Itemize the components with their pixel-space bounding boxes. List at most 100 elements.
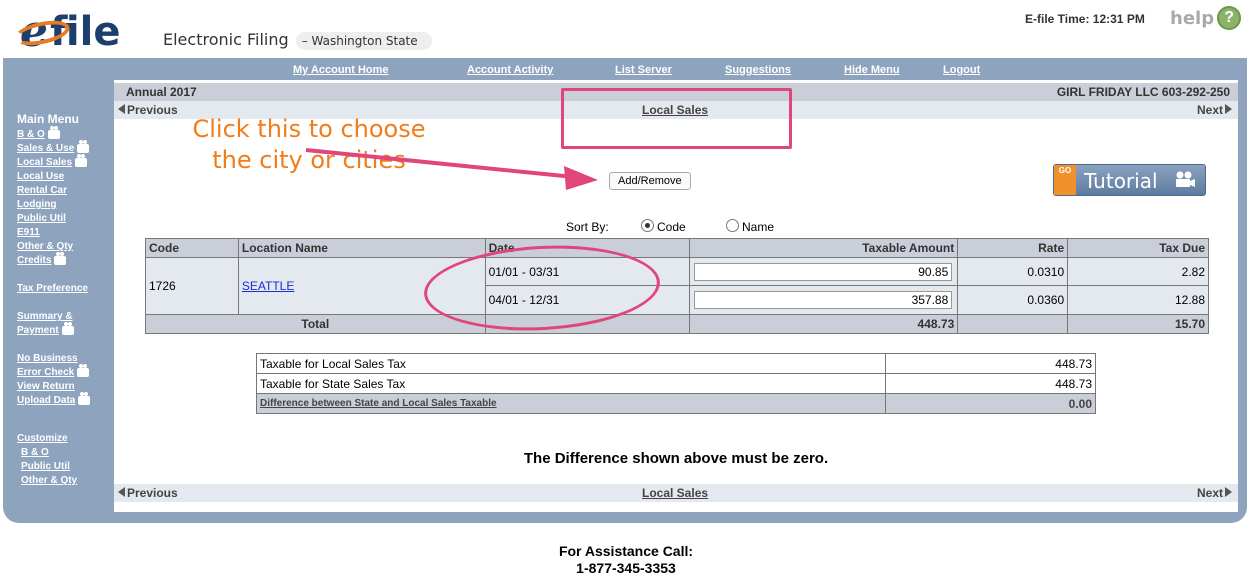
table-header-row: Code Location Name Date Taxable Amount R… bbox=[145, 238, 1209, 258]
sidebar-item-tax-preference[interactable]: Tax Preference bbox=[17, 282, 117, 296]
tutorial-label: Tutorial bbox=[1084, 169, 1158, 193]
col-header-location: Location Name bbox=[237, 238, 486, 258]
section-title[interactable]: Local Sales bbox=[642, 486, 708, 500]
total-row: Total 448.73 15.70 bbox=[145, 314, 1209, 334]
tax-due-cell: 12.88 bbox=[1067, 285, 1209, 315]
sidebar-item-rental-car[interactable]: Rental Car bbox=[17, 184, 117, 198]
logo-subtitle-text: Electronic Filing bbox=[163, 30, 289, 49]
main-menu-title: Main Menu bbox=[17, 112, 79, 126]
difference-cell: Difference between State and Local Sales… bbox=[255, 393, 887, 414]
question-icon: ? bbox=[1217, 6, 1242, 30]
annotation-arrow bbox=[305, 148, 598, 190]
sidebar-item-local-sales[interactable]: Local Sales bbox=[17, 153, 117, 170]
summary-table: Taxable for Local Sales Tax 448.73 Taxab… bbox=[255, 353, 1096, 414]
total-amount: 448.73 bbox=[689, 314, 959, 334]
tutorial-button[interactable]: GO Tutorial bbox=[1053, 164, 1206, 196]
sort-code-radio[interactable] bbox=[641, 219, 654, 232]
sidebar-item-upload-data[interactable]: Upload Data bbox=[17, 391, 117, 408]
sidebar-item-label: Sales & Use bbox=[17, 143, 75, 154]
video-camera-icon bbox=[77, 363, 90, 377]
next-link[interactable]: Next bbox=[1197, 486, 1232, 500]
sidebar-item-label: Credits bbox=[17, 255, 52, 266]
help-label: help bbox=[1170, 7, 1215, 29]
sidebar-item-b-and-o[interactable]: B & O bbox=[17, 125, 117, 142]
sidebar-item-view-return[interactable]: View Return bbox=[17, 380, 117, 394]
sidebar-item-no-business[interactable]: No Business bbox=[17, 352, 117, 366]
account-label: GIRL FRIDAY LLC 603-292-250 bbox=[1056, 85, 1230, 99]
sort-by-label: Sort By: bbox=[566, 220, 609, 234]
sidebar-item-other-qty[interactable]: Other & Qty bbox=[17, 240, 117, 254]
nav-list-server[interactable]: List Server bbox=[615, 64, 672, 76]
sidebar-item-lodging[interactable]: Lodging bbox=[17, 198, 117, 212]
nav-suggestions[interactable]: Suggestions bbox=[725, 64, 791, 76]
logo-e-mark: e bbox=[12, 10, 72, 54]
content-panel: Annual 2017 GIRL FRIDAY LLC 603-292-250 … bbox=[114, 80, 1238, 512]
col-header-tax-due: Tax Due bbox=[1067, 238, 1209, 258]
previous-label: Previous bbox=[127, 486, 178, 500]
difference-value: 0.00 bbox=[885, 393, 1096, 414]
next-label: Next bbox=[1196, 103, 1223, 117]
sidebar-item-public-util[interactable]: Public Util bbox=[17, 212, 117, 226]
tax-due-cell: 2.82 bbox=[1067, 257, 1209, 286]
customize-item-other-qty[interactable]: Other & Qty bbox=[17, 474, 117, 488]
add-remove-button[interactable]: Add/Remove bbox=[609, 172, 691, 190]
difference-link[interactable]: Difference between State and Local Sales… bbox=[260, 398, 497, 409]
video-camera-icon bbox=[1176, 171, 1195, 187]
sidebar-item-customize[interactable]: Customize bbox=[17, 432, 117, 446]
summary-row: Taxable for Local Sales Tax 448.73 bbox=[255, 353, 1096, 374]
video-camera-icon bbox=[61, 321, 74, 335]
sidebar-item-local-use[interactable]: Local Use bbox=[17, 170, 117, 184]
header: e file Electronic Filing – Washington St… bbox=[0, 0, 1252, 58]
customize-item-b-and-o[interactable]: B & O bbox=[17, 446, 117, 460]
taxable-amount-input[interactable]: 90.85 bbox=[694, 262, 953, 281]
col-header-code: Code bbox=[145, 238, 239, 258]
code-cell: 1726 bbox=[145, 257, 239, 315]
video-camera-icon bbox=[77, 139, 90, 153]
logo-subtitle: Electronic Filing – Washington State bbox=[163, 30, 432, 50]
next-label: Next bbox=[1196, 486, 1223, 500]
location-link-seattle[interactable]: SEATTLE bbox=[242, 279, 294, 293]
efile-logo: e file bbox=[12, 4, 121, 54]
sidebar-item-label: Upload Data bbox=[17, 395, 76, 406]
total-label: Total bbox=[145, 314, 486, 334]
nav-logout[interactable]: Logout bbox=[943, 64, 980, 76]
video-camera-icon bbox=[75, 153, 88, 167]
arrow-right-icon bbox=[1225, 487, 1232, 497]
nav-hide-menu[interactable]: Hide Menu bbox=[844, 64, 900, 76]
total-tax-due: 15.70 bbox=[1067, 314, 1209, 334]
local-taxable-value: 448.73 bbox=[885, 353, 1096, 374]
sidebar-item-label: Error Check bbox=[17, 367, 75, 378]
rate-cell: 0.0310 bbox=[957, 257, 1069, 286]
sidebar-item-error-check[interactable]: Error Check bbox=[17, 363, 117, 380]
sort-name-radio[interactable] bbox=[726, 219, 739, 232]
logo-state: – Washington State bbox=[295, 32, 432, 50]
customize-item-public-util[interactable]: Public Util bbox=[17, 460, 117, 474]
nav-account-activity[interactable]: Account Activity bbox=[467, 64, 553, 76]
taxable-amount-input[interactable]: 357.88 bbox=[694, 291, 953, 309]
next-link[interactable]: Next bbox=[1197, 103, 1232, 117]
assistance-phone: 1-877-345-3353 bbox=[576, 560, 676, 576]
sidebar-item-payment[interactable]: Payment bbox=[17, 321, 117, 338]
sidebar-item-label: Local Sales bbox=[17, 157, 73, 168]
assistance-label: For Assistance Call: bbox=[558, 543, 694, 559]
main-frame: My Account Home Account Activity List Se… bbox=[3, 58, 1247, 523]
help-button[interactable]: help ? bbox=[1170, 6, 1242, 30]
sort-code-label: Code bbox=[657, 220, 686, 234]
sidebar-item-sales-use[interactable]: Sales & Use bbox=[17, 139, 117, 156]
table-row: 1726 SEATTLE 01/01 - 03/31 90.85 0.0310 … bbox=[145, 257, 1209, 315]
local-sales-table: Code Location Name Date Taxable Amount R… bbox=[145, 238, 1209, 334]
summary-row: Taxable for State Sales Tax 448.73 bbox=[255, 373, 1096, 394]
efile-time: E-file Time: 12:31 PM bbox=[1025, 12, 1145, 26]
amount-cell: 357.88 bbox=[689, 285, 959, 315]
video-camera-icon bbox=[47, 125, 60, 139]
sidebar-item-label: Payment bbox=[17, 325, 59, 336]
sidebar-item-credits[interactable]: Credits bbox=[17, 251, 117, 268]
arrow-left-icon bbox=[118, 487, 125, 497]
nav-my-account-home[interactable]: My Account Home bbox=[293, 64, 389, 76]
sidebar-item-e911[interactable]: E911 bbox=[17, 226, 117, 240]
col-header-rate: Rate bbox=[957, 238, 1069, 258]
previous-link[interactable]: Previous bbox=[118, 486, 178, 500]
